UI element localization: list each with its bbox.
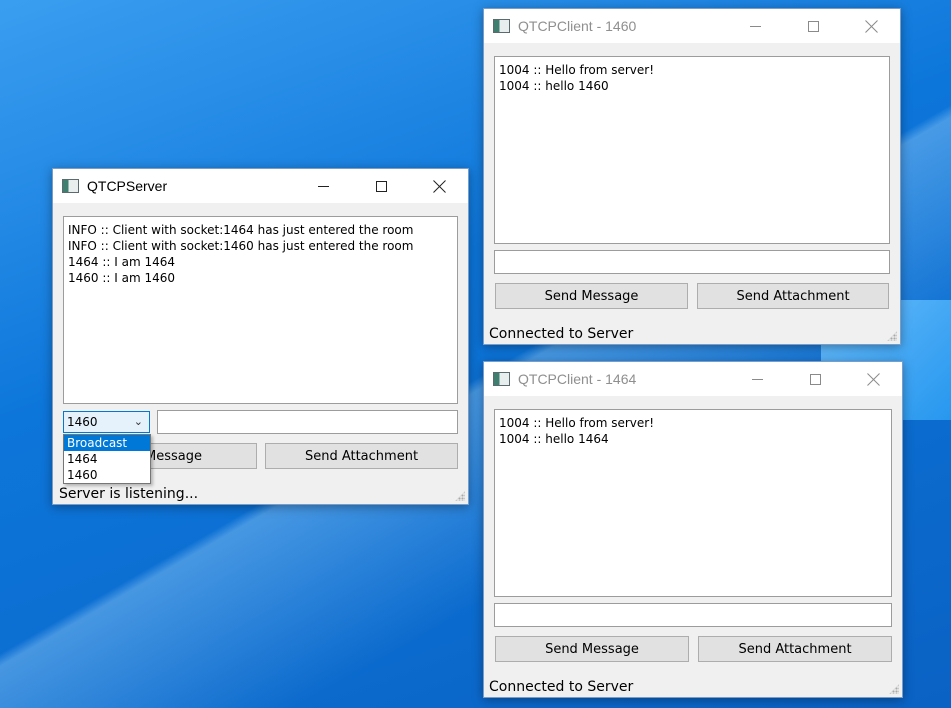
close-button[interactable] — [842, 9, 900, 43]
send-attachment-button[interactable]: Send Attachment — [698, 636, 892, 662]
send-attachment-button[interactable]: Send Attachment — [265, 443, 458, 469]
server-message-input[interactable] — [157, 410, 458, 434]
window-title: QTCPClient - 1460 — [518, 18, 637, 34]
log-line: INFO :: Client with socket:1464 has just… — [68, 223, 414, 237]
chevron-down-icon: ⌄ — [133, 415, 143, 428]
resize-grip[interactable] — [889, 684, 899, 694]
send-message-button[interactable]: Send Message — [495, 636, 689, 662]
log-line: 1460 :: I am 1460 — [68, 271, 176, 285]
minimize-button[interactable] — [294, 169, 352, 203]
resize-grip[interactable] — [887, 331, 897, 341]
receiver-combo-value: 1460 — [67, 415, 98, 429]
send-message-label: Send Message — [544, 288, 639, 304]
server-window: QTCPServer INFO :: Client with socket:14… — [52, 168, 469, 505]
maximize-button[interactable] — [784, 9, 842, 43]
close-icon — [865, 20, 878, 33]
status-bar: Server is listening... — [59, 486, 199, 502]
app-icon — [493, 372, 510, 386]
dropdown-option-1460[interactable]: 1460 — [64, 467, 150, 483]
status-bar: Connected to Server — [489, 679, 634, 695]
log-line: 1004 :: hello 1460 — [499, 79, 609, 93]
send-attachment-button[interactable]: Send Attachment — [697, 283, 889, 309]
server-log[interactable]: INFO :: Client with socket:1464 has just… — [63, 216, 458, 404]
maximize-icon — [809, 373, 821, 385]
window-title: QTCPServer — [87, 178, 168, 194]
window-title: QTCPClient - 1464 — [518, 371, 637, 387]
log-line: 1464 :: I am 1464 — [68, 255, 176, 269]
maximize-button[interactable] — [352, 169, 410, 203]
resize-grip[interactable] — [455, 491, 465, 501]
app-icon — [62, 179, 79, 193]
client-log[interactable]: 1004 :: Hello from server! 1004 :: hello… — [494, 409, 892, 597]
app-icon — [493, 19, 510, 33]
receiver-dropdown: Broadcast 1464 1460 — [63, 434, 151, 484]
client-message-input[interactable] — [494, 603, 892, 627]
maximize-icon — [375, 180, 387, 192]
log-line: 1004 :: hello 1464 — [499, 432, 609, 446]
minimize-icon — [317, 185, 329, 187]
log-line: INFO :: Client with socket:1460 has just… — [68, 239, 414, 253]
client-1464-titlebar[interactable]: QTCPClient - 1464 — [484, 362, 902, 396]
maximize-icon — [807, 20, 819, 32]
send-attachment-label: Send Attachment — [304, 448, 419, 464]
minimize-icon — [751, 378, 763, 380]
client-message-input[interactable] — [494, 250, 890, 274]
client-1464-window: QTCPClient - 1464 1004 :: Hello from ser… — [483, 361, 903, 698]
minimize-button[interactable] — [726, 9, 784, 43]
close-icon — [433, 180, 446, 193]
client-1460-window: QTCPClient - 1460 1004 :: Hello from ser… — [483, 8, 901, 345]
close-icon — [867, 373, 880, 386]
client-1460-titlebar[interactable]: QTCPClient - 1460 — [484, 9, 900, 43]
close-button[interactable] — [844, 362, 902, 396]
receiver-combo[interactable]: 1460 ⌄ — [63, 411, 150, 433]
dropdown-option-1464[interactable]: 1464 — [64, 451, 150, 467]
log-line: 1004 :: Hello from server! — [499, 416, 655, 430]
status-bar: Connected to Server — [489, 326, 634, 342]
send-message-label: Send Message — [545, 641, 639, 657]
log-line: 1004 :: Hello from server! — [499, 63, 655, 77]
minimize-button[interactable] — [728, 362, 786, 396]
minimize-icon — [749, 25, 761, 27]
send-attachment-label: Send Attachment — [738, 641, 852, 657]
send-message-label: Message — [145, 448, 202, 464]
client-log[interactable]: 1004 :: Hello from server! 1004 :: hello… — [494, 56, 890, 244]
server-titlebar[interactable]: QTCPServer — [53, 169, 468, 203]
dropdown-option-broadcast[interactable]: Broadcast — [64, 435, 150, 451]
send-message-button[interactable]: Send Message — [495, 283, 688, 309]
maximize-button[interactable] — [786, 362, 844, 396]
close-button[interactable] — [410, 169, 468, 203]
send-attachment-label: Send Attachment — [736, 288, 850, 304]
